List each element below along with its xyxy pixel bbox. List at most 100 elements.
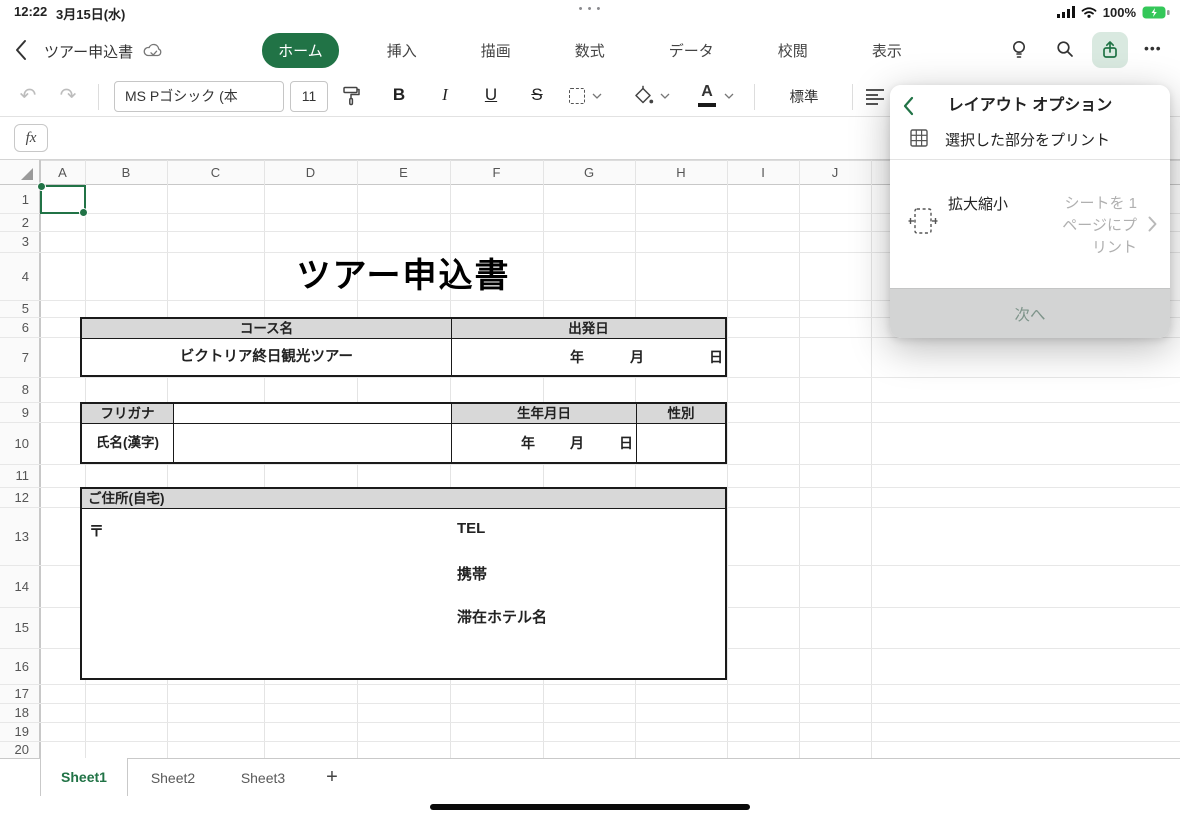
name-input-cell[interactable] xyxy=(174,424,452,462)
add-sheet-button[interactable]: + xyxy=(312,759,352,796)
sheet-title-cell[interactable]: ツアー申込書 xyxy=(80,252,727,300)
row-header-10[interactable]: 10 xyxy=(0,422,40,464)
departure-header-cell[interactable]: 出発日 xyxy=(452,319,725,339)
more-ellipsis-icon[interactable]: ••• xyxy=(1144,40,1162,56)
row-header-11[interactable]: 11 xyxy=(0,464,40,487)
row-header-4[interactable]: 4 xyxy=(0,252,40,300)
font-name-dropdown[interactable]: MS Pゴシック (本 xyxy=(114,81,284,112)
undo-icon[interactable]: ↶ xyxy=(14,83,42,108)
row-header-13[interactable]: 13 xyxy=(0,507,40,565)
ribbon-tabs: ホーム 挿入 描画 数式 データ 校閲 表示 xyxy=(0,24,1180,76)
panel-next-button[interactable]: 次へ xyxy=(890,288,1170,338)
postal-mark-label[interactable]: 〒 xyxy=(89,520,104,541)
address-table: ご住所(自宅) 〒 TEL 携帯 滞在ホテル名 xyxy=(80,487,727,680)
column-header-B[interactable]: B xyxy=(85,160,167,185)
fill-dropdown-chevron-icon[interactable] xyxy=(660,93,670,99)
redo-icon[interactable]: ↷ xyxy=(54,83,82,108)
birthdate-input-cell[interactable]: 年 月 日 xyxy=(452,424,637,462)
address-header-cell[interactable]: ご住所(自宅) xyxy=(82,489,725,509)
cellular-signal-icon xyxy=(1056,6,1075,18)
format-painter-icon[interactable] xyxy=(340,85,362,107)
row-header-17[interactable]: 17 xyxy=(0,684,40,703)
font-color-icon[interactable]: A xyxy=(698,83,716,101)
tab-draw[interactable]: 描画 xyxy=(465,33,527,68)
sheet-tab-sheet2[interactable]: Sheet2 xyxy=(128,759,218,796)
search-icon[interactable] xyxy=(1055,39,1075,59)
tab-data[interactable]: データ xyxy=(653,33,730,68)
furigana-input-cell[interactable] xyxy=(174,404,452,424)
font-size-dropdown[interactable]: 11 xyxy=(290,81,328,112)
gridline xyxy=(0,703,1180,704)
row-header-3[interactable]: 3 xyxy=(0,231,40,252)
mobile-label[interactable]: 携帯 xyxy=(457,563,487,584)
column-header-F[interactable]: F xyxy=(450,160,543,185)
scale-row[interactable]: 拡大縮小 シートを 1 ページにプ リント xyxy=(890,170,1170,288)
fill-color-icon[interactable] xyxy=(632,85,654,107)
gender-header-cell[interactable]: 性別 xyxy=(637,404,725,424)
column-header-H[interactable]: H xyxy=(635,160,727,185)
panel-divider xyxy=(890,159,1170,160)
column-header-J[interactable]: J xyxy=(799,160,871,185)
alignment-icon[interactable] xyxy=(866,89,884,105)
tab-review[interactable]: 校閲 xyxy=(762,33,824,68)
font-color-dropdown-chevron-icon[interactable] xyxy=(724,93,734,99)
row-header-5[interactable]: 5 xyxy=(0,300,40,317)
column-header-E[interactable]: E xyxy=(357,160,450,185)
tel-label[interactable]: TEL xyxy=(457,520,485,537)
row-header-6[interactable]: 6 xyxy=(0,317,40,337)
selection-handle-bottom-right[interactable] xyxy=(79,208,88,217)
name-label-cell[interactable]: 氏名(漢字) xyxy=(82,424,174,462)
number-format-dropdown[interactable]: 標準 xyxy=(768,86,840,107)
row-header-7[interactable]: 7 xyxy=(0,337,40,377)
course-name-cell[interactable]: ビクトリア終日観光ツアー xyxy=(82,339,452,375)
underline-button[interactable]: U xyxy=(478,85,504,105)
status-date: 3月15日(水) xyxy=(56,7,126,22)
row-header-2[interactable]: 2 xyxy=(0,213,40,231)
row-header-19[interactable]: 19 xyxy=(0,722,40,741)
course-month-label[interactable]: 月 xyxy=(627,339,647,375)
furigana-header-cell[interactable]: フリガナ xyxy=(82,404,174,424)
column-header-G[interactable]: G xyxy=(543,160,635,185)
course-header-cell[interactable]: コース名 xyxy=(82,319,452,339)
selection-handle-top-left[interactable] xyxy=(37,182,46,191)
borders-dropdown-chevron-icon[interactable] xyxy=(592,93,602,99)
lightbulb-icon[interactable] xyxy=(1009,39,1029,61)
tab-view[interactable]: 表示 xyxy=(856,33,918,68)
home-indicator[interactable] xyxy=(430,804,750,810)
column-header-C[interactable]: C xyxy=(167,160,264,185)
column-header-A[interactable]: A xyxy=(40,160,85,185)
borders-icon[interactable] xyxy=(569,88,585,104)
bold-button[interactable]: B xyxy=(386,85,412,105)
hotel-label[interactable]: 滞在ホテル名 xyxy=(457,606,547,627)
gridline xyxy=(0,464,1180,465)
italic-button[interactable]: I xyxy=(432,85,458,105)
row-header-20[interactable]: 20 xyxy=(0,741,40,758)
birthdate-header-cell[interactable]: 生年月日 xyxy=(452,404,637,424)
select-all-corner[interactable] xyxy=(0,160,40,185)
row-header-8[interactable]: 8 xyxy=(0,377,40,402)
course-year-label[interactable]: 年 xyxy=(567,339,587,375)
sheet-tab-sheet1[interactable]: Sheet1 xyxy=(40,758,128,796)
column-header-I[interactable]: I xyxy=(727,160,799,185)
tab-home[interactable]: ホーム xyxy=(262,32,339,68)
strikethrough-button[interactable]: S xyxy=(524,85,550,105)
tab-insert[interactable]: 挿入 xyxy=(371,33,433,68)
tab-formulas[interactable]: 数式 xyxy=(559,33,621,68)
sheet-tab-sheet3[interactable]: Sheet3 xyxy=(218,759,308,796)
column-header-D[interactable]: D xyxy=(264,160,357,185)
font-color-bar xyxy=(698,103,716,107)
scale-icon xyxy=(908,206,938,238)
share-button[interactable] xyxy=(1092,32,1128,68)
gender-input-cell[interactable] xyxy=(637,424,725,462)
multitask-dots-icon: • • • xyxy=(578,3,602,15)
row-header-18[interactable]: 18 xyxy=(0,703,40,722)
row-header-15[interactable]: 15 xyxy=(0,607,40,648)
course-day-label[interactable]: 日 xyxy=(706,339,726,375)
row-header-9[interactable]: 9 xyxy=(0,402,40,422)
print-selection-grid-icon xyxy=(910,129,928,147)
row-header-16[interactable]: 16 xyxy=(0,648,40,684)
row-header-1[interactable]: 1 xyxy=(0,185,40,213)
row-header-14[interactable]: 14 xyxy=(0,565,40,607)
row-header-12[interactable]: 12 xyxy=(0,487,40,507)
gridline xyxy=(0,741,1180,742)
